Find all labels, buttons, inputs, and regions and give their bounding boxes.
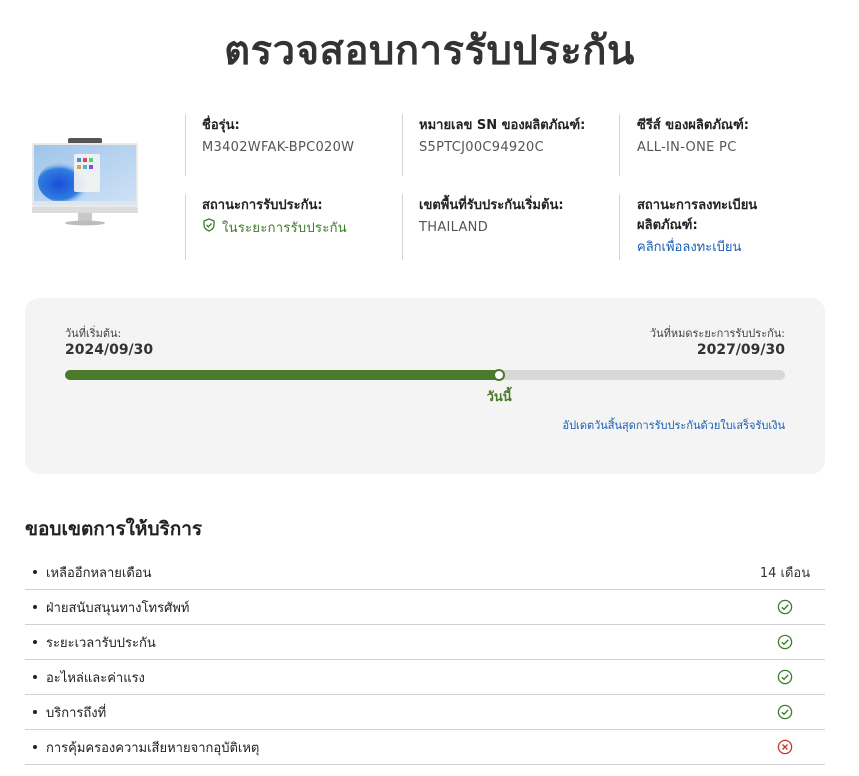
warranty-progress-track <box>65 369 785 381</box>
check-circle-icon <box>745 634 825 650</box>
service-name: เหลืออีกหลายเดือน <box>46 565 152 581</box>
warranty-status-value: ในระยะการรับประกัน <box>202 218 397 239</box>
service-name: ฝ่ายสนับสนุนทางโทรศัพท์ <box>46 600 190 616</box>
bullet <box>33 675 37 679</box>
warranty-progress-fill <box>65 370 500 380</box>
all-in-one-pc-image <box>30 138 140 226</box>
update-warranty-link[interactable]: อัปเดตวันสิ้นสุดการรับประกันด้วยใบเสร็จร… <box>562 416 785 434</box>
warranty-status-text: ในระยะการรับประกัน <box>222 220 347 236</box>
warranty-status-label: สถานะการรับประกัน: <box>202 198 323 213</box>
info-divider <box>185 194 186 260</box>
serial-label: หมายเลข SN ของผลิตภัณฑ์: <box>419 118 586 133</box>
serial-value: S5PTCJ00C94920C <box>419 140 545 155</box>
list-item: การคุ้มครองความเสียหายจากอุบัติเหตุ <box>25 730 825 765</box>
check-circle-icon <box>745 704 825 720</box>
info-divider <box>402 194 403 260</box>
start-date-value: 2024/09/30 <box>65 342 154 358</box>
series-value: ALL-IN-ONE PC <box>637 140 737 155</box>
warranty-period-card: วันที่เริ่มต้น: 2024/09/30 วันที่หมดระยะ… <box>25 298 825 474</box>
region-value: THAILAND <box>419 220 489 235</box>
today-marker <box>493 369 506 381</box>
start-date-label: วันที่เริ่มต้น: <box>65 327 122 340</box>
model-value: M3402WFAK-BPC020W <box>202 140 355 155</box>
info-divider <box>185 114 186 176</box>
model-label: ชื่อรุ่น: <box>202 118 240 133</box>
bullet <box>33 745 37 749</box>
service-name: บริการถึงที่ <box>46 705 107 721</box>
bullet <box>33 570 37 574</box>
service-scope-list: เหลืออีกหลายเดือน 14 เดือน ฝ่ายสนับสนุนท… <box>25 555 825 765</box>
series-label: ซีรีส์ ของผลิตภัณฑ์: <box>637 118 749 133</box>
list-item: ระยะเวลารับประกัน <box>25 625 825 660</box>
service-scope-title: ขอบเขตการให้บริการ <box>25 518 203 540</box>
service-remaining-value: 14 เดือน <box>759 565 811 581</box>
bullet <box>33 640 37 644</box>
shield-check-icon <box>202 218 216 239</box>
check-circle-icon <box>745 669 825 685</box>
cross-circle-icon <box>745 739 825 755</box>
serial-info: หมายเลข SN ของผลิตภัณฑ์: S5PTCJ00C94920C <box>419 116 589 158</box>
registration-info: สถานะการลงทะเบียนผลิตภัณฑ์: คลิกเพื่อลงท… <box>637 196 787 258</box>
region-info: เขตพื้นที่รับประกันเริ่มต้น: THAILAND <box>419 196 614 238</box>
region-label: เขตพื้นที่รับประกันเริ่มต้น: <box>419 198 564 213</box>
series-info: ซีรีส์ ของผลิตภัณฑ์: ALL-IN-ONE PC <box>637 116 827 158</box>
info-divider <box>619 114 620 176</box>
info-divider <box>402 114 403 176</box>
warranty-status-info: สถานะการรับประกัน: ในระยะการรับประกัน <box>202 196 397 239</box>
list-item: เหลืออีกหลายเดือน 14 เดือน <box>25 555 825 590</box>
registration-label: สถานะการลงทะเบียนผลิตภัณฑ์: <box>637 198 758 233</box>
service-name: ระยะเวลารับประกัน <box>46 635 156 651</box>
service-name: อะไหล่และค่าแรง <box>46 670 145 686</box>
warranty-check-page: ตรวจสอบการรับประกัน ชื่อรุ่น: M3402WFAK-… <box>0 0 859 776</box>
register-link[interactable]: คลิกเพื่อลงทะเบียน <box>637 238 787 258</box>
end-date-value: 2027/09/30 <box>696 342 785 358</box>
page-title: ตรวจสอบการรับประกัน <box>224 28 635 74</box>
model-info: ชื่อรุ่น: M3402WFAK-BPC020W <box>202 116 392 158</box>
end-date-label: วันที่หมดระยะการรับประกัน: <box>649 327 785 340</box>
check-circle-icon <box>745 599 825 615</box>
today-label: วันนี้ <box>486 390 512 405</box>
bullet <box>33 710 37 714</box>
list-item: บริการถึงที่ <box>25 695 825 730</box>
info-divider <box>619 194 620 260</box>
list-item: อะไหล่และค่าแรง <box>25 660 825 695</box>
bullet <box>33 605 37 609</box>
service-name: การคุ้มครองความเสียหายจากอุบัติเหตุ <box>46 740 260 756</box>
list-item: ฝ่ายสนับสนุนทางโทรศัพท์ <box>25 590 825 625</box>
